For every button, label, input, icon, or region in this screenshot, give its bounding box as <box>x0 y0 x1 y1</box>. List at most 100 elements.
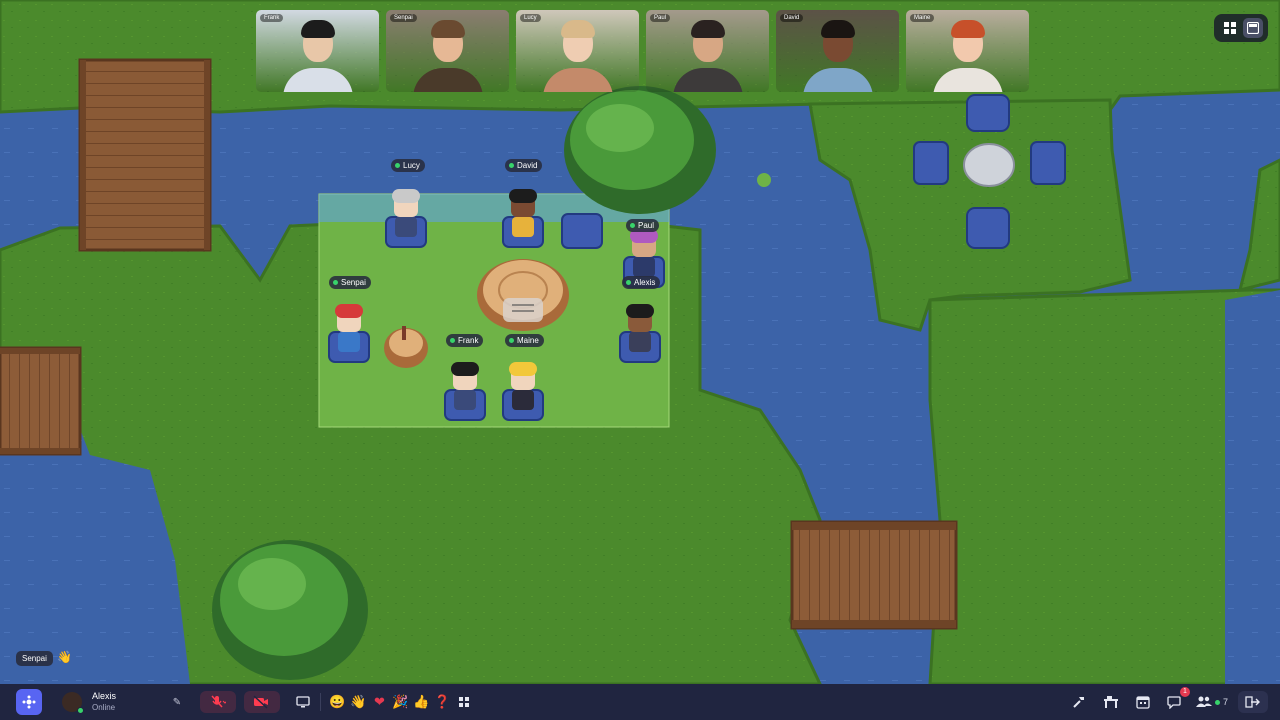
water-channel-right <box>1225 290 1280 684</box>
online-dot <box>509 338 514 343</box>
avatar[interactable] <box>62 692 84 714</box>
user-name: Alexis <box>92 691 117 701</box>
camera-toggle-button[interactable] <box>244 691 280 713</box>
grid-view-icon[interactable] <box>1220 18 1240 38</box>
question-icon[interactable]: ❓ <box>432 691 453 713</box>
more-reactions-icon[interactable] <box>453 691 475 713</box>
online-dot <box>395 163 400 168</box>
wave-emoji: 👋 <box>57 650 72 664</box>
video-tile-label: Frank <box>260 14 284 22</box>
empty-chair[interactable] <box>561 213 603 249</box>
mic-toggle-button[interactable] <box>200 691 236 713</box>
video-strip: Frank Senpai Lucy Paul David Maine <box>256 10 1029 92</box>
name-tag-frank: Frank <box>446 334 484 347</box>
bridge-bottom-right <box>790 520 958 630</box>
mic-off-icon <box>211 695 226 708</box>
chat-sender-label: Senpai <box>16 651 53 666</box>
video-tile-label: Lucy <box>520 14 541 22</box>
stump-table[interactable] <box>477 259 569 331</box>
build-hammer-icon[interactable] <box>1068 691 1090 713</box>
toolbar-right: 1 7 <box>1068 687 1268 713</box>
lily-pad <box>757 173 771 187</box>
video-tile-label: Maine <box>910 14 935 22</box>
video-person-hair <box>690 20 725 38</box>
video-person-hair <box>430 20 465 38</box>
app-logo-icon[interactable] <box>16 689 42 715</box>
player-name: Lucy <box>403 161 420 170</box>
online-indicator <box>77 707 84 714</box>
thumbs-up-icon[interactable]: 👍 <box>411 691 432 713</box>
video-tile-lucy[interactable]: Lucy <box>516 10 639 92</box>
video-tile-senpai[interactable]: Senpai <box>386 10 509 92</box>
name-tag-lucy: Lucy <box>391 159 425 172</box>
bridge-left <box>0 346 82 456</box>
user-info[interactable]: Alexis Online <box>92 691 170 713</box>
video-tile-frank[interactable]: Frank <box>256 10 379 92</box>
reactions-bar: 😀 👋 ❤ 🎉 👍 ❓ <box>327 691 453 713</box>
avatar-hair <box>392 189 420 203</box>
video-person-hair <box>950 20 985 38</box>
user-status: Online <box>92 703 116 712</box>
video-tile-maine[interactable]: Maine <box>906 10 1029 92</box>
game-stage: Lucy David Paul Senpai Alexis Frank Maine Fran… <box>0 0 1280 720</box>
avatar-hair <box>509 189 537 203</box>
online-dot <box>1214 699 1220 705</box>
party-icon[interactable]: 🎉 <box>390 691 411 713</box>
wave-icon[interactable]: 👋 <box>348 691 369 713</box>
participant-count: 7 <box>1222 697 1228 707</box>
view-toggle <box>1214 14 1268 42</box>
tree-bottom <box>212 540 368 680</box>
player-name: Senpai <box>341 278 366 287</box>
player-name: Alexis <box>634 278 656 287</box>
tree-top <box>564 86 716 214</box>
video-person-hair <box>820 20 855 38</box>
video-tile-david[interactable]: David <box>776 10 899 92</box>
toolbar-divider <box>320 693 321 711</box>
online-dot <box>333 280 338 285</box>
screen-share-icon[interactable] <box>292 691 314 713</box>
island-chair-top[interactable] <box>966 94 1010 132</box>
online-dot <box>630 223 635 228</box>
player-name: Maine <box>517 336 539 345</box>
player-name: Paul <box>638 221 655 230</box>
leave-icon[interactable] <box>1238 691 1268 713</box>
player-name: David <box>517 161 538 170</box>
video-tile-label: Senpai <box>390 14 417 22</box>
avatar-body <box>512 217 534 237</box>
smile-icon[interactable]: 😀 <box>327 691 348 713</box>
avatar-body <box>633 257 655 277</box>
island-chair-bottom[interactable] <box>966 207 1010 249</box>
video-person-hair <box>560 20 595 38</box>
video-tile-label: David <box>780 14 804 22</box>
name-tag-alexis: Alexis <box>622 276 661 289</box>
world-map[interactable] <box>0 0 1280 684</box>
island-chair-right[interactable] <box>1030 141 1066 185</box>
online-dot <box>450 338 455 343</box>
island-table[interactable] <box>963 143 1015 187</box>
video-tile-label: Paul <box>650 14 671 22</box>
name-tag-maine: Maine <box>505 334 544 347</box>
island-chair-left[interactable] <box>913 141 949 185</box>
avatar-hair <box>335 304 363 318</box>
name-tag-david: David <box>505 159 543 172</box>
camera-off-icon <box>253 695 268 709</box>
avatar-hair <box>626 304 654 318</box>
bridge-top-left <box>78 58 212 252</box>
avatar-body <box>454 390 476 410</box>
bottom-toolbar: Alexis Online ✎ 😀 👋 ❤ 🎉 👍 ❓ 1 7 <box>0 684 1280 720</box>
avatar-hair <box>451 362 479 376</box>
avatar-body <box>629 332 651 352</box>
edit-icon[interactable]: ✎ <box>170 695 184 709</box>
name-tag-paul: Paul <box>626 219 660 232</box>
participants-icon[interactable]: 7 <box>1195 691 1228 713</box>
strip-view-icon[interactable] <box>1242 18 1263 38</box>
avatar-body <box>512 390 534 410</box>
avatar-body <box>395 217 417 237</box>
heart-icon[interactable]: ❤ <box>369 691 390 713</box>
chat-icon[interactable]: 1 <box>1164 687 1190 713</box>
video-tile-paul[interactable]: Paul <box>646 10 769 92</box>
video-person-hair <box>300 20 335 38</box>
online-dot <box>509 163 514 168</box>
desk-icon[interactable] <box>1100 691 1122 713</box>
calendar-icon[interactable] <box>1132 691 1154 713</box>
